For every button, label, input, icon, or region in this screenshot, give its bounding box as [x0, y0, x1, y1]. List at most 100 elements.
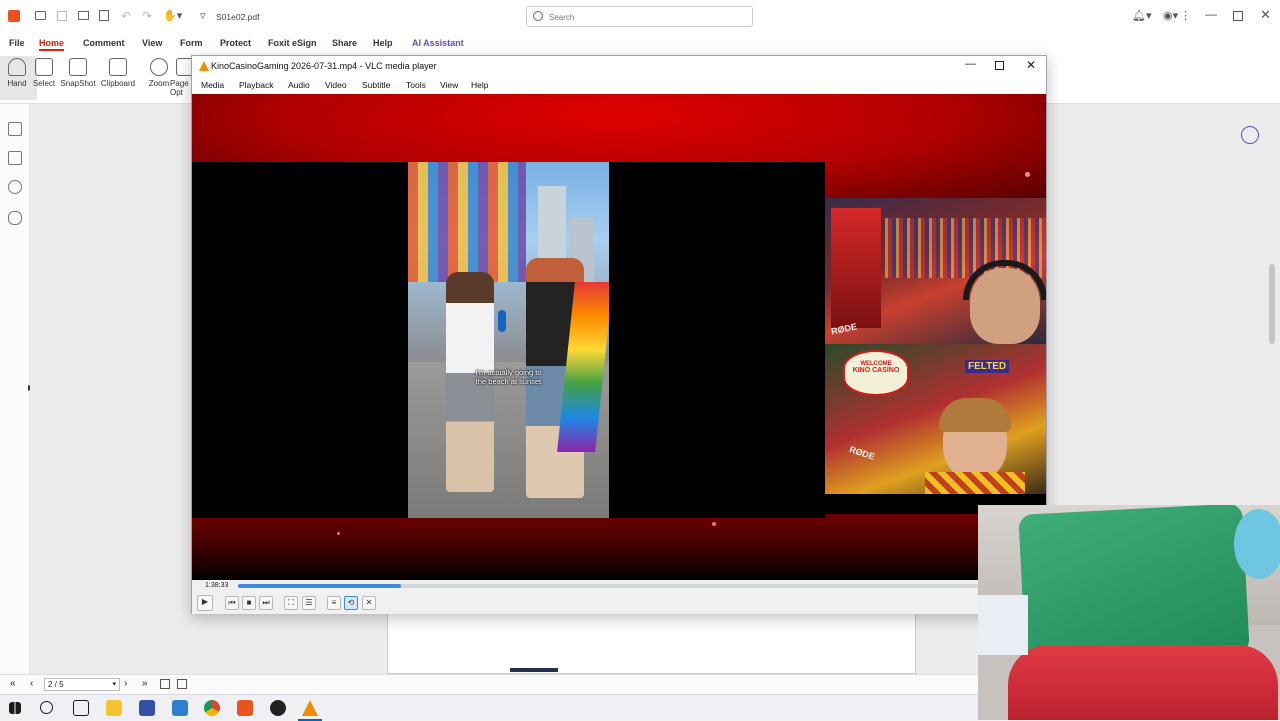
clipboard-button[interactable]: Clipboard [98, 56, 138, 100]
attachment-icon[interactable] [8, 211, 22, 225]
file-explorer-icon[interactable] [106, 700, 122, 716]
page-indicator[interactable]: 2 / 5 ▾ [44, 678, 120, 691]
taskbar-search-icon[interactable] [40, 701, 53, 714]
streamer-cam-bottom: WELCOME KINO CASINO FELTED RØDE [825, 344, 1046, 494]
filename: S01e02.pdf [216, 12, 260, 22]
page-options-button[interactable]: Page Opt [170, 56, 192, 100]
menu-protect[interactable]: Protect [220, 38, 251, 48]
app-blue-icon[interactable] [139, 700, 155, 716]
menu-view[interactable]: View [142, 38, 162, 48]
comments-icon[interactable] [8, 180, 22, 194]
snapshot-button[interactable]: SnapShot [58, 56, 98, 100]
undo-icon[interactable]: ↶ [121, 9, 131, 23]
extended-settings-button[interactable]: ☰ [302, 596, 316, 610]
next-page-icon[interactable]: › [124, 678, 127, 689]
redo-icon[interactable]: ↷ [142, 9, 152, 23]
menu-comment[interactable]: Comment [83, 38, 125, 48]
vlc-taskbar-icon[interactable] [302, 700, 318, 716]
vlc-controls: ▶ ⏮ ■ ⏭ ⛶ ☰ ≡ ⟲ ✕ [192, 592, 1046, 614]
menu-share[interactable]: Share [332, 38, 357, 48]
vlc-maximize-icon[interactable] [995, 61, 1004, 70]
clipboard-icon[interactable] [99, 10, 109, 21]
sign-name-text: KINO CASINO [852, 367, 900, 374]
vlc-menu-subtitle[interactable]: Subtitle [362, 80, 390, 90]
pdf-page [387, 612, 916, 674]
task-view-icon[interactable] [73, 700, 89, 716]
close-icon[interactable]: ✕ [1260, 7, 1271, 23]
vlc-title-text: KinoCasinoGaming 2026-07-31.mp4 - VLC me… [211, 61, 437, 71]
stop-button[interactable]: ■ [242, 596, 256, 610]
zoom-icon [150, 58, 168, 76]
overflow-menu-icon[interactable]: ⋮ [1180, 9, 1191, 22]
cam-red-cushion [1008, 645, 1278, 720]
cam-blanket [978, 595, 1028, 655]
bell-icon[interactable]: 🔔︎▾ [1132, 9, 1152, 22]
pages-icon[interactable] [8, 151, 22, 165]
menu-foxit-esign[interactable]: Foxit eSign [268, 38, 317, 48]
playlist-button[interactable]: ≡ [327, 596, 341, 610]
search-box[interactable] [526, 6, 753, 27]
vlc-menu-audio[interactable]: Audio [288, 80, 310, 90]
shuffle-button[interactable]: ✕ [362, 596, 376, 610]
vscode-icon[interactable] [172, 700, 188, 716]
vegas-sign: WELCOME KINO CASINO [843, 350, 909, 396]
hand-tool-icon[interactable]: ✋▾ [163, 9, 182, 22]
seek-bar[interactable] [238, 584, 978, 588]
vlc-close-icon[interactable]: ✕ [1026, 58, 1036, 72]
file-tab-icon: ▿ [200, 10, 206, 22]
menu-help[interactable]: Help [373, 38, 393, 48]
street-interview-clip: I'm actually going to the beach at sunse… [408, 162, 609, 518]
page-icon [176, 58, 192, 76]
clipboard-ribbon-icon [109, 58, 127, 76]
felted-sign: FELTED [965, 360, 1010, 373]
save-icon[interactable] [57, 11, 67, 21]
foxit-taskbar-icon[interactable] [237, 700, 253, 716]
first-page-icon[interactable]: « [10, 678, 16, 689]
vlc-menu-playback[interactable]: Playback [239, 80, 274, 90]
vertical-scrollbar[interactable] [1269, 264, 1275, 344]
prev-page-icon[interactable]: ‹ [30, 678, 33, 689]
windows-start-icon[interactable] [9, 702, 21, 714]
vlc-titlebar: KinoCasinoGaming 2026-07-31.mp4 - VLC me… [192, 56, 1046, 77]
print-icon[interactable] [78, 11, 89, 20]
arcade-machine [831, 208, 881, 328]
play-button[interactable]: ▶ [197, 595, 213, 611]
vlc-menu-help[interactable]: Help [471, 80, 488, 90]
menu-file[interactable]: File [9, 38, 25, 48]
search-input[interactable] [549, 10, 739, 24]
previous-button[interactable]: ⏮ [225, 596, 239, 610]
open-folder-icon[interactable] [35, 11, 46, 20]
cam-blue-plush [1234, 509, 1280, 579]
account-icon[interactable]: ◉▾ [1163, 9, 1178, 22]
vlc-minimize-icon[interactable]: — [965, 58, 976, 70]
vlc-window: KinoCasinoGaming 2026-07-31.mp4 - VLC me… [191, 55, 1047, 614]
next-button[interactable]: ⏭ [259, 596, 273, 610]
chrome-icon[interactable] [204, 700, 220, 716]
vlc-menu-view[interactable]: View [440, 80, 458, 90]
loop-button[interactable]: ⟲ [344, 596, 358, 610]
vlc-seek-row: 1:38:33 [192, 580, 1046, 592]
ai-assistant-icon[interactable] [1241, 126, 1259, 144]
stage-background-bottom [192, 514, 1046, 580]
video-frame[interactable]: I'm actually going to the beach at sunse… [192, 94, 1046, 580]
cam-green-pillow [1018, 505, 1250, 665]
minimize-icon[interactable]: — [1205, 7, 1217, 21]
vlc-menu-video[interactable]: Video [325, 80, 347, 90]
restore-icon[interactable] [1233, 11, 1243, 21]
vlc-menu-tools[interactable]: Tools [406, 80, 426, 90]
menu-form[interactable]: Form [180, 38, 203, 48]
foxit-left-panel: ▶ [0, 104, 34, 674]
search-icon [533, 11, 543, 21]
sparkle [1025, 172, 1030, 177]
menu-ai-assistant[interactable]: AI Assistant [412, 38, 464, 48]
last-page-icon[interactable]: » [142, 678, 148, 689]
fullscreen-button[interactable]: ⛶ [284, 596, 298, 610]
video-caption: I'm actually going to the beach at sunse… [408, 368, 609, 386]
vlc-menu-media[interactable]: Media [201, 80, 224, 90]
fit-page-icon[interactable] [177, 679, 187, 689]
streamer-2-shirt [925, 472, 1025, 494]
copy-page-icon[interactable] [160, 679, 170, 689]
menu-home[interactable]: Home [39, 38, 65, 51]
bookmark-icon[interactable] [8, 122, 22, 136]
obs-icon[interactable] [270, 700, 286, 716]
